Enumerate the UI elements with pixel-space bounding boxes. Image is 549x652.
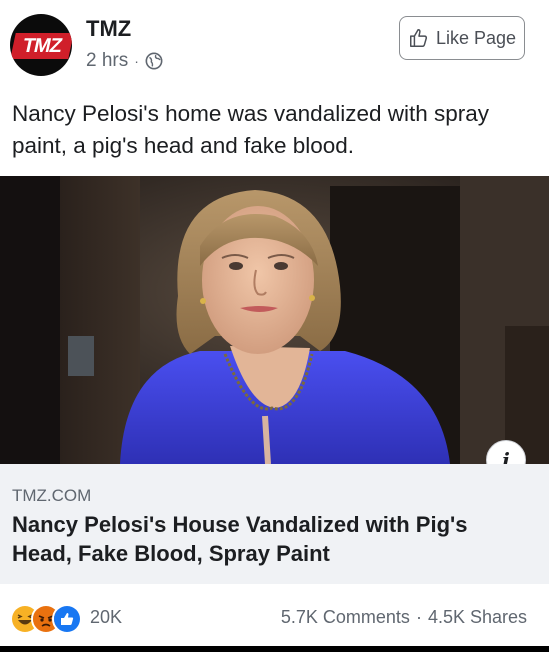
stats-separator: · <box>415 607 422 627</box>
thumbs-up-icon <box>408 27 430 49</box>
bottom-divider <box>0 646 549 652</box>
like-page-label: Like Page <box>435 27 517 48</box>
link-preview-card[interactable]: TMZ.COM Nancy Pelosi's House Vandalized … <box>0 464 549 584</box>
comments-count[interactable]: 5.7K Comments <box>281 607 410 628</box>
link-title[interactable]: Nancy Pelosi's House Vandalized with Pig… <box>12 510 512 568</box>
tmz-logo: TMZ <box>10 33 72 59</box>
post-meta: 2 hrs · <box>86 50 163 72</box>
link-domain: TMZ.COM <box>12 486 92 505</box>
facebook-post: TMZ TMZ 2 hrs · Like Page Nancy Pelosi's… <box>0 0 549 652</box>
reaction-icons[interactable] <box>10 604 82 634</box>
page-avatar[interactable]: TMZ <box>10 14 72 76</box>
post-text: Nancy Pelosi's home was vandalized with … <box>12 101 490 158</box>
page-name[interactable]: TMZ <box>86 16 131 42</box>
reaction-count[interactable]: 20K <box>90 607 122 628</box>
like-icon <box>52 604 82 634</box>
like-page-button[interactable]: Like Page <box>399 16 525 60</box>
article-photo[interactable] <box>0 176 549 464</box>
post-stats: 5.7K Comments · 4.5K Shares <box>281 607 527 628</box>
photo-illustration <box>0 176 549 464</box>
meta-separator: · <box>134 53 139 69</box>
timestamp[interactable]: 2 hrs <box>86 50 128 72</box>
globe-icon <box>145 52 163 70</box>
shares-count[interactable]: 4.5K Shares <box>428 607 527 628</box>
